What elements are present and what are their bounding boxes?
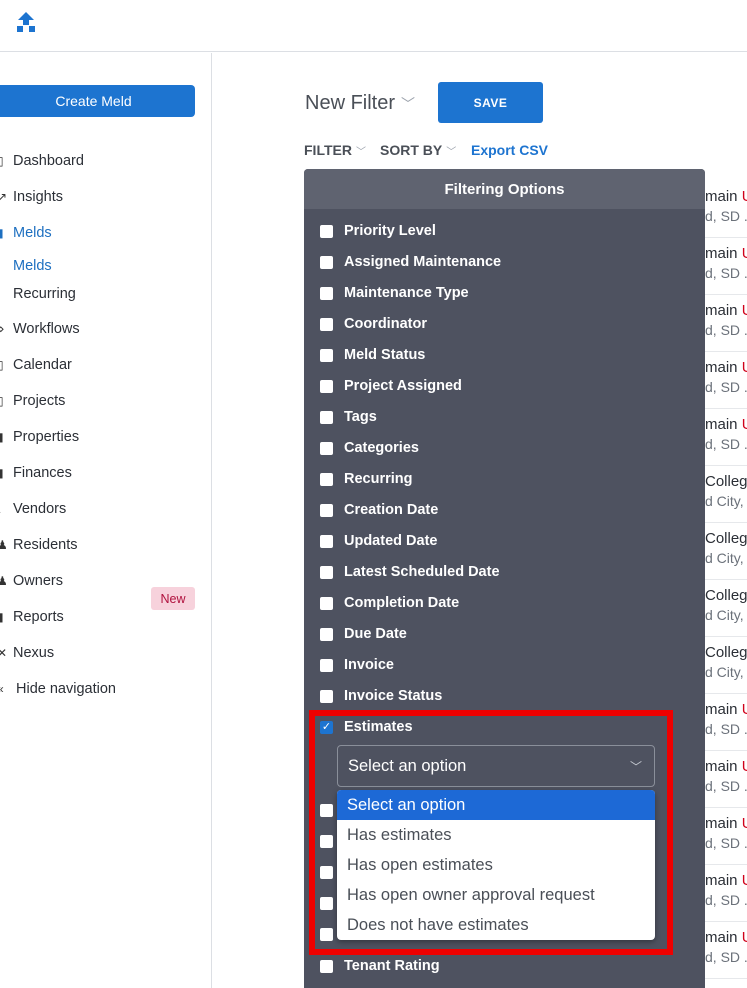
checkbox[interactable] [320,255,333,269]
nav-item-melds[interactable]: ▮ Melds [0,222,52,244]
checkbox[interactable] [320,959,333,973]
checkbox[interactable] [320,441,333,455]
nav-item-workflows[interactable]: ⋄ Workflows [0,318,80,340]
workflows-icon: ⋄ [0,322,5,336]
nav-item-owners[interactable]: ♟ Owners [0,570,63,592]
chevron-down-icon: ﹀ [446,146,457,158]
filter-option-latest-scheduled-date[interactable]: Latest Scheduled Date [320,562,500,582]
reports-icon: ▮ [0,610,4,624]
checkbox[interactable] [320,317,333,331]
checkbox[interactable] [320,379,333,393]
filter-title-dropdown[interactable]: New Filter ﹀ [305,92,415,115]
nav-item-insights[interactable]: ↗ Insights [0,186,63,208]
melds-icon: ▮ [0,226,4,240]
chevron-down-icon: ﹀ [401,95,416,112]
filter-option-coordinator[interactable]: Coordinator [320,314,427,334]
filter-option-recurring[interactable]: Recurring [320,469,413,489]
highlight-box [309,710,673,955]
subnav-melds[interactable]: Melds [13,258,52,274]
nav-item-reports[interactable]: ▮ Reports [0,606,64,628]
list-item[interactable]: main Ud, SD . [705,188,747,238]
subnav-recurring[interactable]: Recurring [13,286,76,302]
checkbox[interactable] [320,565,333,579]
filter-option-invoice[interactable]: Invoice [320,655,394,675]
owners-icon: ♟ [0,574,7,588]
properties-icon: ▮ [0,430,4,444]
filter-option-due-date[interactable]: Due Date [320,624,407,644]
top-bar [0,0,747,52]
checkbox[interactable] [320,410,333,424]
list-item[interactable]: main Ud, SD . [705,758,747,808]
nav-item-finances[interactable]: ▮ Finances [0,462,72,484]
filter-option-maintenance-type[interactable]: Maintenance Type [320,283,469,303]
list-item[interactable]: main Ud, SD . [705,359,747,409]
calendar-icon: ▯ [0,358,4,372]
nav-item-properties[interactable]: ▮ Properties [0,426,79,448]
checkbox[interactable] [320,689,333,703]
filter-option-priority-level[interactable]: Priority Level [320,221,436,241]
nexus-icon: ✕ [0,646,7,660]
insights-icon: ↗ [0,190,7,204]
nav-item-nexus[interactable]: ✕ Nexus [0,642,54,664]
projects-icon: ▯ [0,394,4,408]
residents-icon: ♟ [0,538,7,552]
filter-menu[interactable]: FILTER ﹀ [304,142,366,158]
list-item[interactable]: Colleg d City, [705,644,747,694]
nav-item-projects[interactable]: ▯ Projects [0,390,65,412]
checkbox[interactable] [320,286,333,300]
filter-option-meld-status[interactable]: Meld Status [320,345,425,365]
checkbox[interactable] [320,658,333,672]
page-title: New Filter [305,92,396,114]
list-item[interactable]: Colleg d City, [705,587,747,637]
filter-option-completion-date[interactable]: Completion Date [320,593,459,613]
checkbox[interactable] [320,472,333,486]
filter-option-updated-date[interactable]: Updated Date [320,531,437,551]
list-item[interactable]: main Ud, SD . [705,245,747,295]
list-item[interactable]: main Ud, SD . [705,929,747,979]
dashboard-icon: ▯ [0,154,4,168]
filter-option-tags[interactable]: Tags [320,407,377,427]
list-item[interactable]: main Ud, SD . [705,302,747,352]
filter-option-project-assigned[interactable]: Project Assigned [320,376,462,396]
list-item[interactable]: main Ud, SD . [705,815,747,865]
logo-icon[interactable] [14,10,38,34]
filter-option-invoice-status[interactable]: Invoice Status [320,686,442,706]
nav-item-residents[interactable]: ♟ Residents [0,534,77,556]
nav-item-dashboard[interactable]: ▯ Dashboard [0,150,84,172]
checkbox[interactable] [320,596,333,610]
filter-option-assigned-maintenance[interactable]: Assigned Maintenance [320,252,501,272]
finances-icon: ▮ [0,466,4,480]
list-item[interactable]: Colleg d City, [705,530,747,580]
checkbox[interactable] [320,503,333,517]
sort-by-menu[interactable]: SORT BY ﹀ [380,142,456,158]
checkbox[interactable] [320,627,333,641]
list-item[interactable]: Colleg d City, [705,473,747,523]
list-item[interactable]: main Ud, SD . [705,416,747,466]
chevron-down-icon: ﹀ [355,146,366,158]
panel-title: Filtering Options [304,169,705,209]
filter-option-tenant-rating[interactable]: Tenant Rating [320,956,440,976]
collapse-icon: « [0,682,7,696]
filter-option-categories[interactable]: Categories [320,438,419,458]
nav-item-calendar[interactable]: ▯ Calendar [0,354,72,376]
save-button[interactable]: SAVE [438,82,543,123]
filter-option-creation-date[interactable]: Creation Date [320,500,438,520]
vendors-icon: \ [0,502,7,516]
new-badge: New [151,587,195,610]
create-meld-button[interactable]: Create Meld [0,85,195,117]
hide-navigation-button[interactable]: «Hide navigation [0,678,116,700]
export-csv-link[interactable]: Export CSV [471,142,548,158]
checkbox[interactable] [320,224,333,238]
checkbox[interactable] [320,534,333,548]
list-item[interactable]: main Ud, SD . [705,701,747,751]
checkbox[interactable] [320,348,333,362]
list-item[interactable]: main Ud, SD . [705,872,747,922]
nav-item-vendors[interactable]: \Vendors [0,498,66,520]
